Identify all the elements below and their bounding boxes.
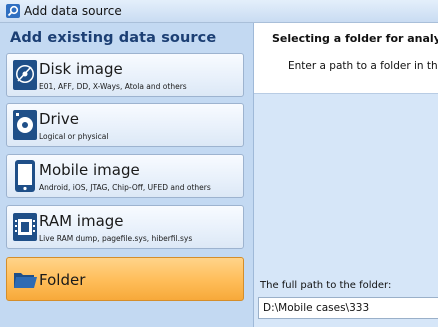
source-title: Mobile image xyxy=(39,161,140,179)
magnifier-icon xyxy=(6,4,20,18)
disk-image-button[interactable]: Disk image E01, AFF, DD, X-Ways, Atola a… xyxy=(6,53,244,97)
source-subtitle: Android, iOS, JTAG, Chip-Off, UFED and o… xyxy=(39,183,211,192)
mobile-image-button[interactable]: Mobile image Android, iOS, JTAG, Chip-Of… xyxy=(6,154,244,198)
panel-heading: Add existing data source xyxy=(10,30,217,46)
path-label: The full path to the folder: xyxy=(260,280,392,291)
ram-chip-icon xyxy=(13,213,37,241)
folder-path-input[interactable] xyxy=(258,297,438,319)
window-title: Add data source xyxy=(24,4,122,18)
source-title: Folder xyxy=(39,271,86,289)
window-title-bar: Add data source xyxy=(0,0,438,23)
folder-button[interactable]: Folder xyxy=(6,257,244,301)
drive-button[interactable]: Drive Logical or physical xyxy=(6,103,244,147)
folder-icon xyxy=(14,273,37,288)
mobile-phone-icon xyxy=(15,160,35,192)
details-description: Enter a path to a folder in the xyxy=(288,60,438,72)
data-source-panel: Add existing data source Disk image E01,… xyxy=(0,23,254,327)
source-subtitle: E01, AFF, DD, X-Ways, Atola and others xyxy=(39,82,187,91)
drive-icon xyxy=(13,110,37,140)
source-title: Drive xyxy=(39,110,79,128)
source-title: Disk image xyxy=(39,60,123,78)
source-subtitle: Logical or physical xyxy=(39,132,109,141)
disk-image-icon xyxy=(13,60,37,90)
ram-image-button[interactable]: RAM image Live RAM dump, pagefile.sys, h… xyxy=(6,205,244,249)
details-header: Selecting a folder for analysis Enter a … xyxy=(254,23,438,94)
source-title: RAM image xyxy=(39,212,124,230)
details-panel: Selecting a folder for analysis Enter a … xyxy=(254,23,438,327)
source-subtitle: Live RAM dump, pagefile.sys, hiberfil.sy… xyxy=(39,234,193,243)
details-heading: Selecting a folder for analysis xyxy=(272,32,438,45)
